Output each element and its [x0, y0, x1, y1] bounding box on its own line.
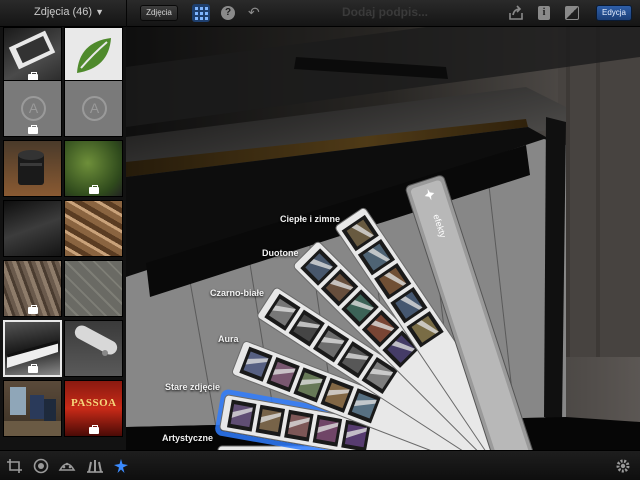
effect-category-label[interactable]: Stare zdjęcie	[165, 382, 220, 392]
effect-category-label[interactable]: Czarno-białe	[210, 288, 264, 298]
thumbnail[interactable]	[64, 260, 123, 317]
edited-badge-icon	[27, 125, 38, 134]
edited-badge-icon	[27, 364, 38, 373]
undo-icon[interactable]: ↶	[248, 4, 260, 21]
edited-badge-icon	[27, 305, 38, 314]
thumbnail[interactable]: A	[3, 80, 62, 137]
effects-icon[interactable]	[112, 458, 130, 474]
caption-input[interactable]: Dodaj podpis...	[330, 5, 440, 19]
bottom-toolbar	[0, 450, 640, 480]
brush-icon[interactable]	[58, 458, 76, 474]
info-icon[interactable]: i	[538, 6, 550, 20]
thumbnail[interactable]: PASSOA	[64, 380, 123, 437]
color-icon[interactable]	[32, 458, 50, 474]
effect-category-label[interactable]: Aura	[218, 334, 239, 344]
thumbnail[interactable]	[3, 260, 62, 317]
thumbnail[interactable]	[3, 380, 62, 437]
album-title-label: Zdjęcia (46)	[34, 6, 93, 18]
help-icon[interactable]: ?	[221, 6, 235, 20]
edited-badge-icon	[88, 425, 99, 434]
leaf-image	[77, 38, 111, 73]
thumbnail[interactable]	[64, 27, 123, 84]
thumbnail-selected[interactable]	[3, 320, 62, 377]
thumbnail[interactable]	[3, 27, 62, 84]
thumbnail[interactable]	[3, 140, 62, 197]
album-title-button[interactable]: Zdjęcia (46) ▼	[34, 6, 104, 18]
edited-badge-icon	[88, 185, 99, 194]
photos-back-button[interactable]: Zdjęcia	[140, 5, 178, 21]
effect-category-label[interactable]: Artystyczne	[162, 433, 213, 443]
crop-icon[interactable]	[6, 458, 24, 474]
passoa-label: PASSOA	[71, 397, 117, 409]
compare-icon[interactable]	[565, 6, 579, 20]
settings-icon[interactable]	[614, 458, 632, 474]
app-placeholder-icon: A	[21, 96, 46, 121]
camera-lens-image	[18, 150, 44, 185]
grid-view-icon[interactable]	[192, 4, 210, 22]
thumbnail[interactable]	[3, 200, 62, 257]
room-image	[4, 387, 61, 436]
chevron-down-icon: ▼	[95, 7, 104, 17]
toolbar-divider	[126, 0, 127, 27]
thumbnail[interactable]	[64, 200, 123, 257]
effect-category-label[interactable]: Ciepłe i zimne	[280, 214, 340, 224]
thumbnail-strip[interactable]: A A PASSOA	[0, 27, 126, 450]
thumbnail[interactable]	[64, 140, 123, 197]
thumbnail[interactable]: A	[64, 80, 123, 137]
app-placeholder-icon: A	[82, 96, 107, 121]
top-toolbar: Zdjęcia (46) ▼ Zdjęcia ? ↶ Dodaj podpis..…	[0, 0, 640, 27]
adjust-icon[interactable]	[86, 458, 104, 474]
effect-category-label[interactable]: Duotone	[262, 248, 299, 258]
edit-button[interactable]: Edycja	[596, 5, 632, 21]
share-icon[interactable]	[508, 5, 524, 21]
thumbnail[interactable]	[64, 320, 123, 377]
remote-image	[74, 325, 118, 356]
